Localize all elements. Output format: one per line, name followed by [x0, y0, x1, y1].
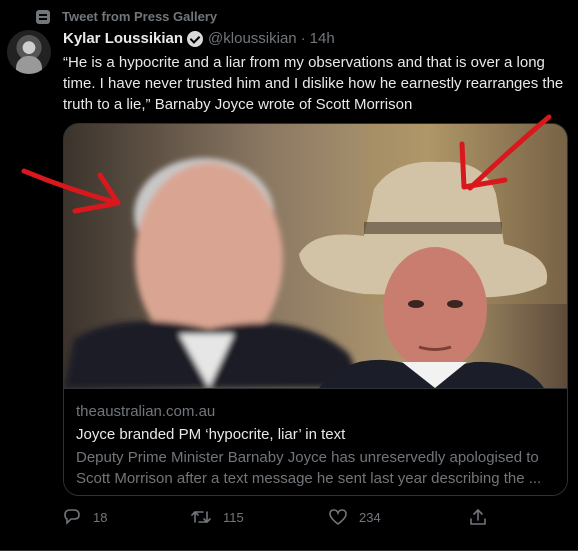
author-handle[interactable]: @kloussikian [208, 30, 297, 47]
card-photo [64, 124, 567, 388]
reply-count: 18 [93, 509, 108, 525]
list-icon [36, 9, 50, 24]
card-image[interactable] [64, 124, 567, 388]
tweet-actions: 18 115 234 [63, 508, 488, 530]
author-name[interactable]: Kylar Loussikian [63, 30, 183, 47]
like-button[interactable]: 234 [329, 508, 381, 526]
tweet[interactable]: Tweet from Press Gallery Kylar Loussikia… [0, 0, 578, 551]
context-label: Tweet from Press Gallery [62, 9, 218, 24]
card-domain: theaustralian.com.au [76, 403, 216, 420]
card-headline: Joyce branded PM ‘hypocrite, liar’ in te… [76, 426, 346, 443]
link-card[interactable]: theaustralian.com.au Joyce branded PM ‘h… [63, 123, 568, 496]
share-icon [470, 509, 486, 525]
verified-badge-icon [187, 30, 204, 47]
like-count: 234 [359, 509, 381, 525]
retweet-icon [191, 511, 211, 523]
avatar[interactable] [7, 30, 51, 74]
tweet-header: Kylar Loussikian @kloussikian · 14h [63, 30, 335, 47]
card-description: Deputy Prime Minister Barnaby Joyce has … [76, 449, 542, 487]
reply-button[interactable]: 18 [63, 508, 107, 526]
separator: · [300, 30, 306, 47]
card-meta[interactable]: theaustralian.com.au Joyce branded PM ‘h… [64, 388, 567, 495]
retweet-button[interactable]: 115 [191, 508, 244, 526]
tweet-text: “He is a hypocrite and a liar from my ob… [63, 54, 564, 113]
tweet-timestamp[interactable]: 14h [310, 30, 335, 47]
retweet-count: 115 [223, 509, 244, 525]
share-button[interactable] [469, 508, 499, 526]
tweet-context[interactable]: Tweet from Press Gallery [36, 9, 217, 24]
heart-icon [329, 509, 347, 526]
reply-icon [64, 509, 80, 525]
